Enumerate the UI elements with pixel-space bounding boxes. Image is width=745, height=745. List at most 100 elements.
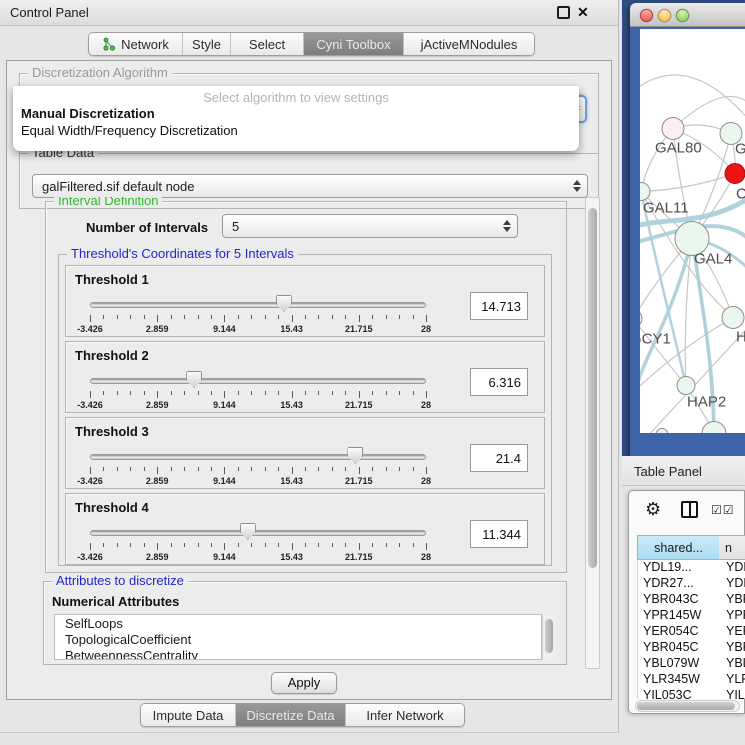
close-traffic-light-icon[interactable] [640, 9, 653, 22]
table-cell[interactable]: YDL19... [638, 560, 720, 576]
table-row[interactable]: YER054CYER0 [638, 624, 745, 640]
close-icon[interactable]: ✕ [577, 4, 589, 21]
threshold-1-slider[interactable]: -3.4262.8599.14415.4321.71528 [90, 294, 426, 334]
attributes-list-scrollbar[interactable] [542, 615, 555, 659]
table-cell[interactable]: YBR0 [720, 640, 745, 656]
float-window-icon[interactable] [557, 6, 570, 19]
table-cell[interactable]: YDR27... [638, 576, 720, 592]
network-nodes[interactable] [640, 118, 745, 434]
table-cell[interactable]: YBR043C [638, 592, 720, 608]
column-header-shared-name[interactable]: shared... [637, 535, 719, 560]
table-row[interactable]: YIL053CYIL0 [638, 688, 745, 699]
network-node-selected[interactable] [725, 164, 745, 184]
threshold-4-value-field[interactable]: 11.344 [470, 520, 528, 548]
tab-impute-data[interactable]: Impute Data [141, 704, 236, 726]
table-cell[interactable]: YPR145W [638, 608, 720, 624]
network-view-window: GAL80 GA C GAL11 GAL4 GCY1 H HAP2 [630, 3, 745, 456]
control-panel-title: Control Panel [10, 5, 89, 20]
table-cell[interactable]: YIL053C [638, 688, 720, 699]
slider-track[interactable] [90, 302, 426, 308]
threshold-1-label: Threshold 1 [75, 272, 149, 287]
table-row[interactable]: YLR345WYLR3 [638, 672, 745, 688]
select-columns-checkboxes-icon[interactable]: ☑☑ [711, 503, 735, 517]
attribute-item[interactable]: TopologicalCoefficient [55, 631, 541, 647]
table-cell[interactable]: YER0 [720, 624, 745, 640]
tab-cyni-toolbox-label: Cyni Toolbox [316, 37, 390, 52]
settings-scrollbar[interactable] [585, 197, 600, 669]
tab-network[interactable]: Network [89, 33, 183, 55]
apply-button[interactable]: Apply [271, 672, 337, 694]
slider-thumb[interactable] [240, 523, 256, 540]
network-node[interactable] [640, 310, 642, 328]
table-cell[interactable]: YLR3 [720, 672, 745, 688]
zoom-traffic-light-icon[interactable] [676, 9, 689, 22]
table-cell[interactable]: YBR045C [638, 640, 720, 656]
table-cell[interactable]: YLR345W [638, 672, 720, 688]
attribute-item[interactable]: BetweennessCentrality [55, 647, 541, 660]
attributes-group-title: Attributes to discretize [52, 574, 188, 588]
network-node[interactable] [662, 118, 684, 140]
slider-track[interactable] [90, 454, 426, 460]
threshold-4-slider[interactable]: -3.4262.8599.14415.4321.71528 [90, 522, 426, 562]
table-cell[interactable]: YIL0 [720, 688, 745, 699]
tab-discretize-data[interactable]: Discretize Data [236, 704, 346, 726]
network-graph[interactable]: GAL80 GA C GAL11 GAL4 GCY1 H HAP2 [640, 29, 745, 433]
gear-icon[interactable]: ⚙ [645, 500, 661, 518]
table-header-row: shared... n [637, 535, 745, 560]
table-row[interactable]: YBL079WYBL0 [638, 656, 745, 672]
network-window-titlebar[interactable] [630, 3, 745, 27]
slider-thumb[interactable] [347, 447, 363, 464]
table-cell[interactable]: YBR0 [720, 592, 745, 608]
slider-thumb[interactable] [276, 295, 292, 312]
network-node[interactable] [677, 377, 695, 395]
slider-track[interactable] [90, 378, 426, 384]
tab-infer-network[interactable]: Infer Network [346, 704, 464, 726]
threshold-1-value-field[interactable]: 14.713 [470, 292, 528, 320]
tab-cyni-toolbox[interactable]: Cyni Toolbox [304, 33, 404, 55]
table-row[interactable]: YBR045CYBR0 [638, 640, 745, 656]
slider-ticks [90, 467, 426, 475]
table-row[interactable]: YDR27...YDR2 [638, 576, 745, 592]
table-horizontal-scrollbar[interactable] [635, 700, 740, 712]
table-data-combobox[interactable]: galFiltered.sif default node [32, 174, 588, 198]
threshold-2-label: Threshold 2 [75, 348, 149, 363]
network-node[interactable] [640, 183, 650, 201]
table-cell[interactable]: YBL0 [720, 656, 745, 672]
threshold-2-slider[interactable]: -3.4262.8599.14415.4321.71528 [90, 370, 426, 410]
table-rows[interactable]: YDL19...YDL1YDR27...YDR2YBR043CYBR0YPR14… [637, 560, 745, 699]
popup-item-equal-width[interactable]: Equal Width/Frequency Discretization [13, 122, 579, 139]
table-data-selected-value: galFiltered.sif default node [42, 179, 194, 194]
network-node[interactable] [702, 422, 726, 434]
table-cell[interactable]: YBL079W [638, 656, 720, 672]
column-header-name[interactable]: n [719, 535, 745, 560]
threshold-1-panel: Threshold 1 -3.4262.8599.14415.4321.7152… [65, 265, 545, 337]
network-node[interactable] [656, 429, 668, 434]
attribute-item[interactable]: SelfLoops [55, 615, 541, 631]
threshold-3-slider[interactable]: -3.4262.8599.14415.4321.71528 [90, 446, 426, 486]
threshold-2-value-field[interactable]: 6.316 [470, 368, 528, 396]
threshold-3-value-field[interactable]: 21.4 [470, 444, 528, 472]
table-cell[interactable]: YER054C [638, 624, 720, 640]
table-cell[interactable]: YDR2 [720, 576, 745, 592]
slider-thumb[interactable] [186, 371, 202, 388]
scrollbar-thumb[interactable] [545, 619, 553, 653]
tab-style[interactable]: Style [183, 33, 231, 55]
columns-icon[interactable] [681, 501, 698, 518]
popup-item-manual-discretization[interactable]: Manual Discretization [13, 105, 579, 122]
network-node[interactable] [722, 307, 744, 329]
table-cell[interactable]: YDL1 [720, 560, 745, 576]
minimize-traffic-light-icon[interactable] [658, 9, 671, 22]
slider-track[interactable] [90, 530, 426, 536]
tab-jactivemnodules[interactable]: jActiveMNodules [404, 33, 534, 55]
tab-select[interactable]: Select [231, 33, 304, 55]
table-row[interactable]: YPR145WYPR1 [638, 608, 745, 624]
table-row[interactable]: YDL19...YDL1 [638, 560, 745, 576]
table-cell[interactable]: YPR1 [720, 608, 745, 624]
table-row[interactable]: YBR043CYBR0 [638, 592, 745, 608]
tab-infer-network-label: Infer Network [366, 708, 443, 723]
scrollbar-thumb[interactable] [588, 208, 597, 568]
number-of-intervals-combobox[interactable]: 5 [222, 214, 518, 238]
network-canvas[interactable]: GAL80 GA C GAL11 GAL4 GCY1 H HAP2 [640, 29, 745, 433]
numerical-attributes-list[interactable]: SelfLoopsTopologicalCoefficientBetweenne… [54, 614, 542, 660]
scrollbar-thumb[interactable] [637, 702, 735, 710]
